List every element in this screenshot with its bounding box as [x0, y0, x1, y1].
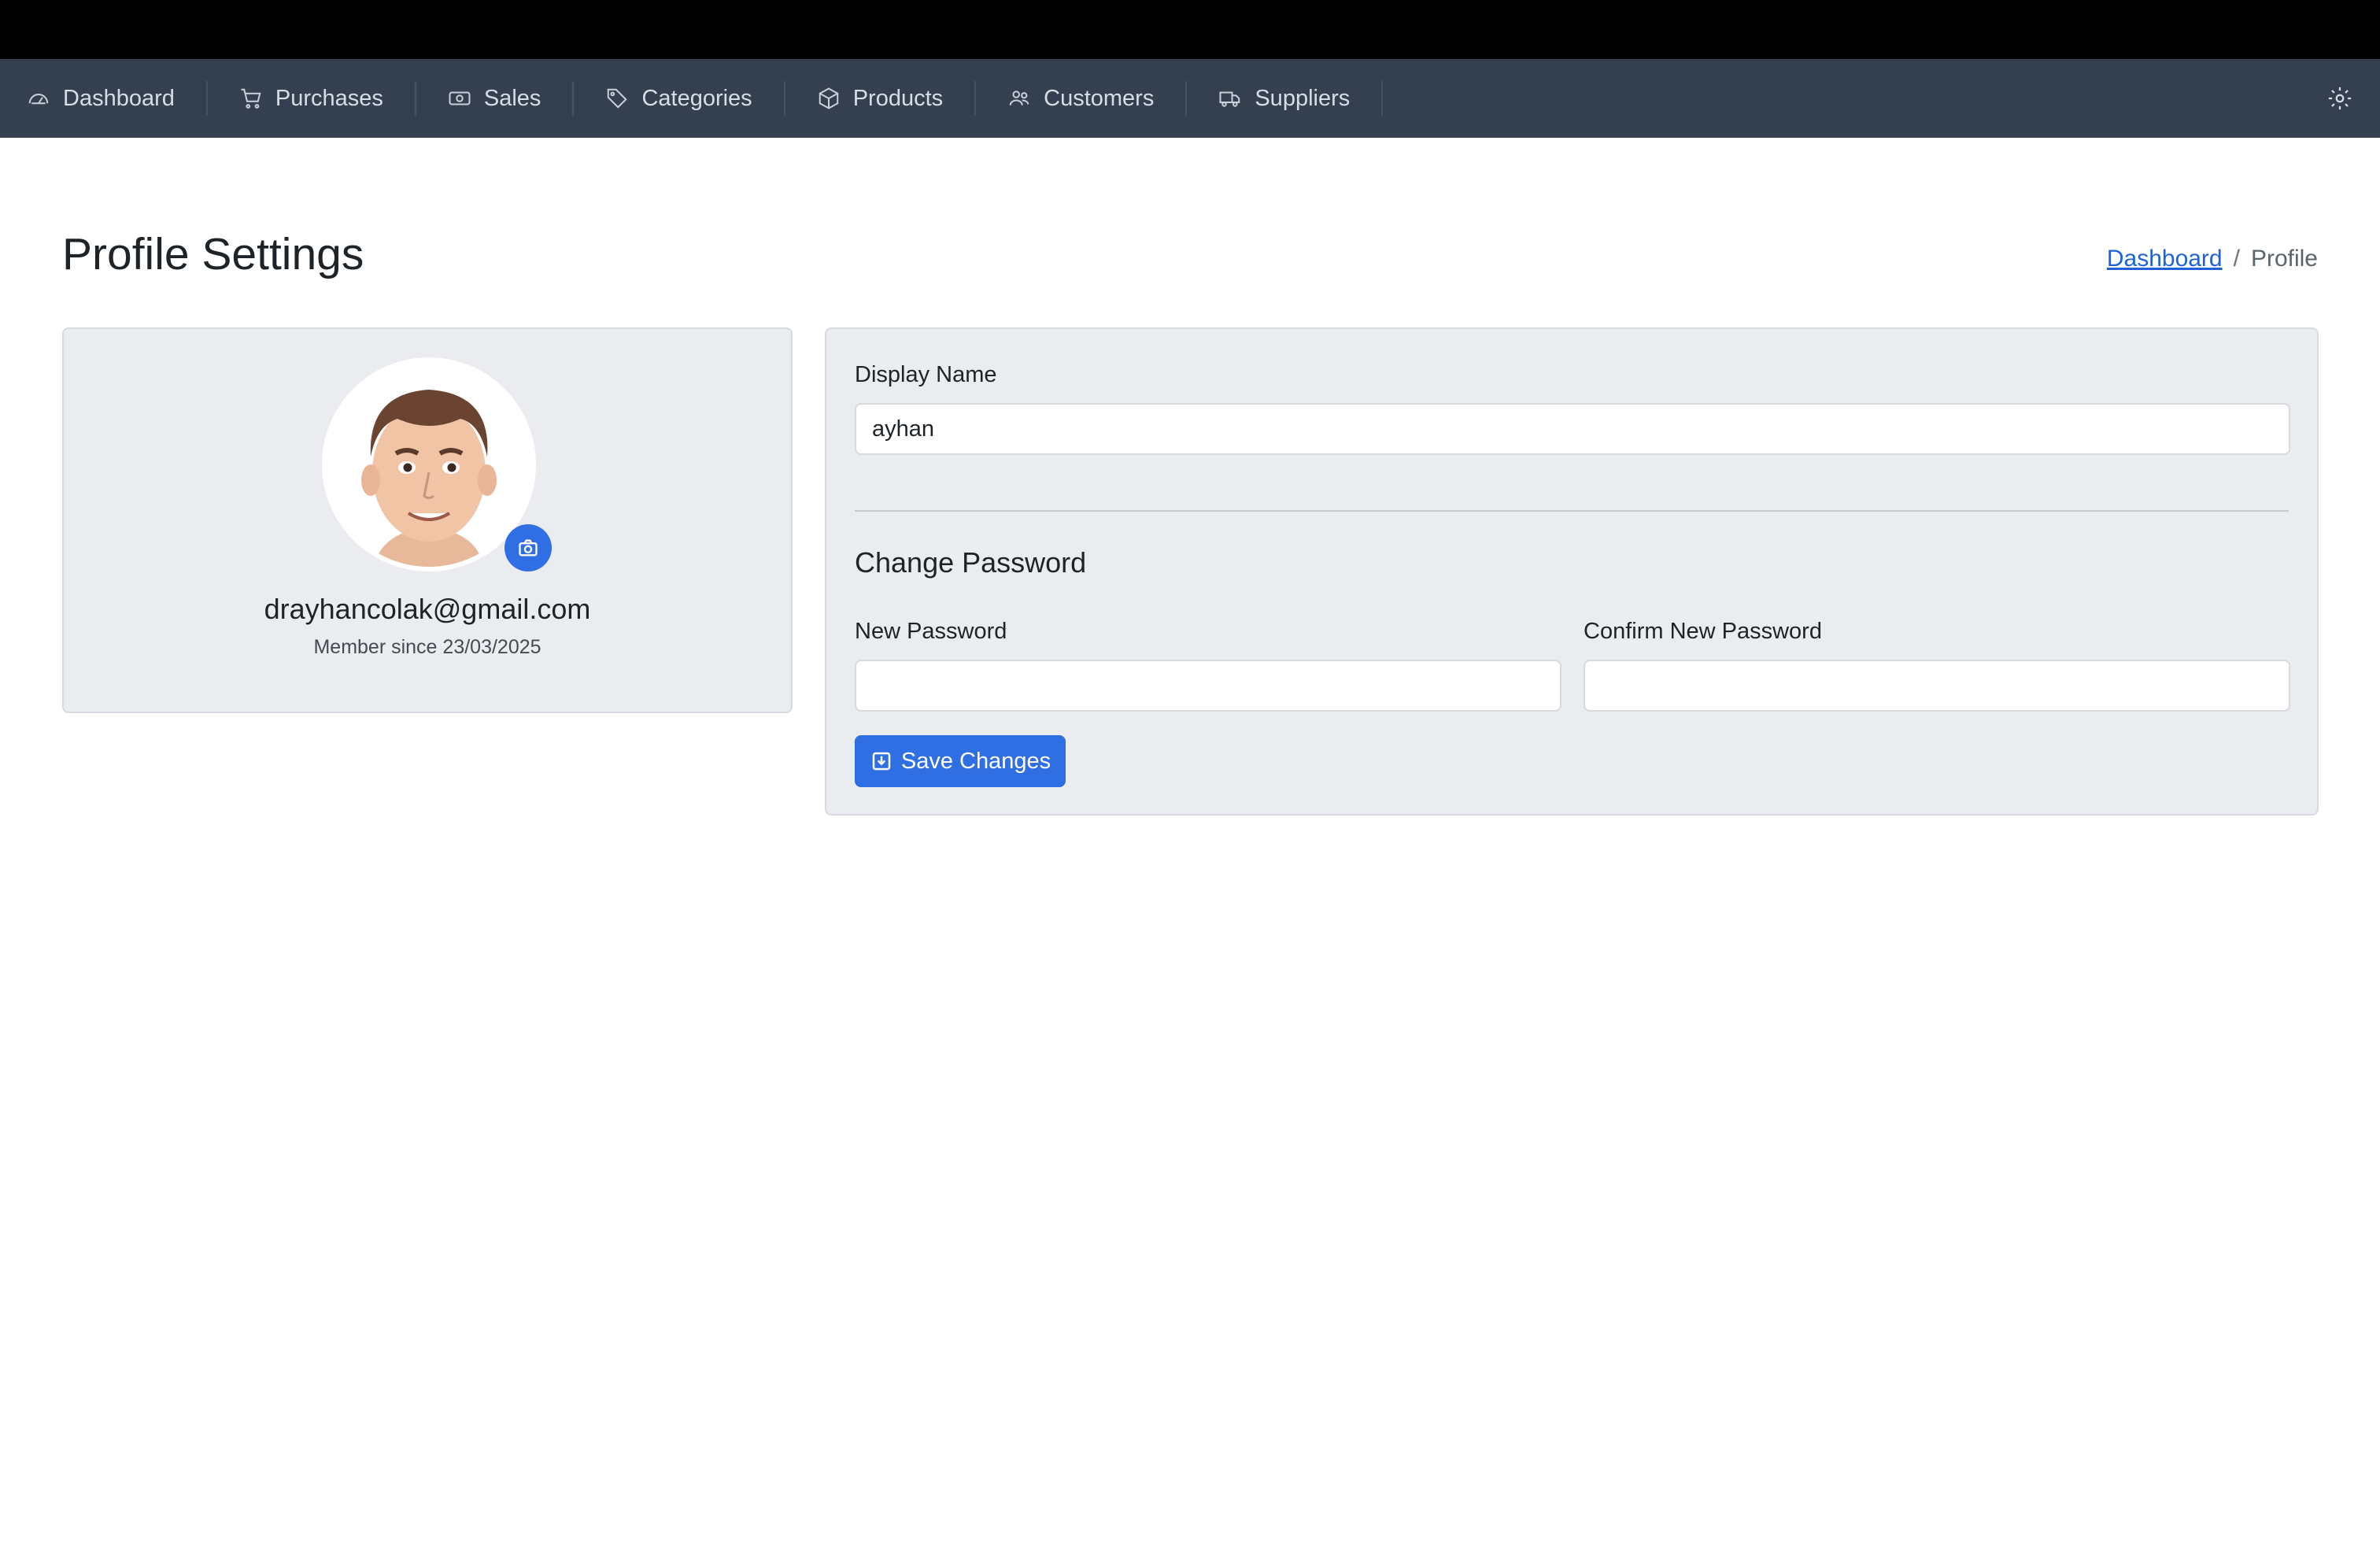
speedometer-icon	[28, 94, 49, 105]
gear-icon	[2328, 87, 2352, 110]
camera-icon	[519, 539, 538, 557]
nav-label: Categories	[641, 85, 752, 111]
nav-item-products[interactable]: Products	[785, 81, 977, 116]
cash-icon	[449, 91, 471, 105]
nav-label: Suppliers	[1255, 85, 1351, 111]
nav-label: Customers	[1044, 85, 1155, 111]
breadcrumb-dashboard-link[interactable]: Dashboard	[2107, 246, 2223, 272]
nav-item-sales[interactable]: Sales	[416, 81, 575, 116]
people-icon	[1009, 91, 1029, 105]
cart-icon	[241, 88, 261, 109]
confirm-password-input[interactable]	[1584, 660, 2290, 712]
profile-card: drayhancolak@gmail.com Member since 23/0…	[62, 327, 793, 713]
nav-item-customers[interactable]: Customers	[976, 81, 1188, 116]
save-changes-button[interactable]: Save Changes	[855, 735, 1066, 787]
navbar: Dashboard Purchases Sales Categories Pro…	[0, 59, 2380, 138]
save-icon	[872, 752, 891, 771]
change-password-title: Change Password	[855, 546, 1087, 579]
box-icon	[819, 87, 838, 109]
change-avatar-button[interactable]	[504, 524, 552, 571]
new-password-label: New Password	[855, 619, 1007, 644]
display-name-label: Display Name	[855, 362, 997, 387]
divider	[855, 510, 2289, 512]
new-password-input[interactable]	[855, 660, 1561, 712]
nav-label: Products	[852, 85, 944, 111]
nav-label: Dashboard	[63, 85, 175, 111]
breadcrumb: Dashboard / Profile	[2107, 246, 2318, 272]
avatar-container	[322, 357, 552, 571]
confirm-password-label: Confirm New Password	[1584, 619, 1822, 644]
top-bar	[0, 0, 2380, 59]
nav-item-dashboard[interactable]: Dashboard	[0, 81, 208, 116]
nav-label: Sales	[483, 85, 541, 111]
breadcrumb-separator: /	[2233, 246, 2240, 272]
nav-item-suppliers[interactable]: Suppliers	[1187, 81, 1384, 116]
member-since: Member since 23/03/2025	[313, 636, 541, 658]
breadcrumb-current: Profile	[2250, 246, 2318, 272]
tags-icon	[608, 88, 628, 109]
profile-form-card: Display Name Change Password New Passwor…	[825, 327, 2319, 816]
display-name-input[interactable]	[855, 403, 2290, 455]
avatar-icon	[322, 357, 536, 571]
profile-email: drayhancolak@gmail.com	[264, 593, 591, 625]
page-title: Profile Settings	[62, 229, 364, 279]
nav-item-purchases[interactable]: Purchases	[208, 81, 416, 116]
truck-icon	[1219, 91, 1240, 107]
nav-label: Purchases	[275, 85, 383, 111]
settings-button[interactable]	[2326, 85, 2353, 112]
nav-item-categories[interactable]: Categories	[574, 81, 785, 116]
save-changes-label: Save Changes	[900, 748, 1051, 774]
